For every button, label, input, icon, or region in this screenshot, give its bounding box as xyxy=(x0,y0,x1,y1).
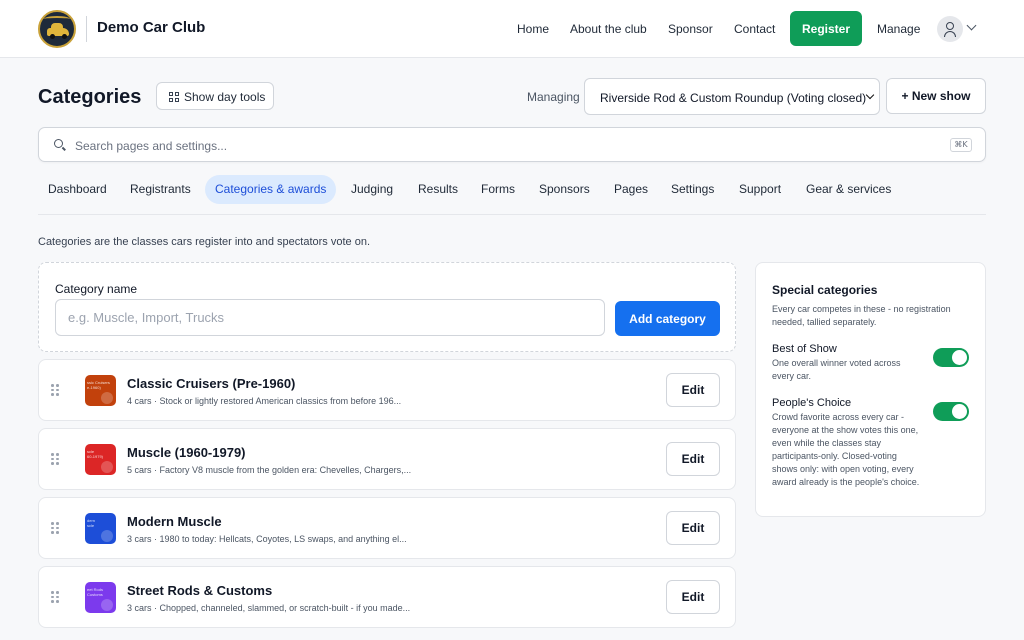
tab-sponsors[interactable]: Sponsors xyxy=(539,175,590,204)
tab-pages[interactable]: Pages xyxy=(614,175,648,204)
shortcut-badge: ⌘K xyxy=(950,138,972,152)
brand-name[interactable]: Demo Car Club xyxy=(97,19,205,36)
chevron-down-icon xyxy=(865,90,875,100)
tab-forms[interactable]: Forms xyxy=(481,175,515,204)
edit-category-button[interactable]: Edit xyxy=(666,580,720,614)
edit-category-button[interactable]: Edit xyxy=(666,511,720,545)
tab-dashboard[interactable]: Dashboard xyxy=(48,175,107,204)
managing-label: Managing xyxy=(527,90,580,104)
tab-judging[interactable]: Judging xyxy=(351,175,393,204)
grid-icon xyxy=(169,92,179,102)
category-description: 4 cars · Stock or lightly restored Ameri… xyxy=(127,396,402,406)
tab-gear-services[interactable]: Gear & services xyxy=(806,175,891,204)
category-description: 5 cars · Factory V8 muscle from the gold… xyxy=(127,465,412,475)
edit-category-button[interactable]: Edit xyxy=(666,373,720,407)
category-name: Street Rods & Customs xyxy=(127,583,273,598)
category-thumbnail-text: eet Rods Customs xyxy=(87,587,104,597)
intro-text: Categories are the classes cars register… xyxy=(38,236,371,248)
category-row: eet Rods Customs Street Rods & Customs 3 c… xyxy=(38,566,736,628)
drag-handle-icon[interactable] xyxy=(51,591,59,603)
tab-support[interactable]: Support xyxy=(739,175,781,204)
new-show-button[interactable]: + New show xyxy=(886,78,986,114)
nav-manage[interactable]: Manage xyxy=(877,22,920,36)
nav-home[interactable]: Home xyxy=(517,22,549,36)
special-categories-title: Special categories xyxy=(772,283,878,297)
top-bar: Demo Car Club Home About the club Sponso… xyxy=(0,0,1024,58)
search-input[interactable]: Search pages and settings... xyxy=(75,139,227,153)
tab-settings[interactable]: Settings xyxy=(671,175,714,204)
nav-contact[interactable]: Contact xyxy=(734,22,775,36)
category-name-label: Category name xyxy=(55,282,138,296)
peoples-choice-toggle[interactable] xyxy=(933,402,969,421)
register-button[interactable]: Register xyxy=(790,11,862,46)
search-icon xyxy=(54,139,63,148)
category-thumbnail: eet Rods Customs xyxy=(85,582,116,613)
category-thumbnail-text: scle 60-1979) xyxy=(87,449,104,459)
category-description: 3 cars · Chopped, channeled, slammed, or… xyxy=(127,603,411,613)
tab-registrants[interactable]: Registrants xyxy=(130,175,191,204)
best-of-show-toggle[interactable] xyxy=(933,348,969,367)
special-categories-subtitle: Every car competes in these - no registr… xyxy=(772,304,951,327)
tab-categories-awards[interactable]: Categories & awards xyxy=(205,175,337,204)
category-name-input[interactable]: e.g. Muscle, Import, Trucks xyxy=(55,299,605,336)
user-avatar-icon[interactable] xyxy=(937,16,963,42)
nav-sponsor[interactable]: Sponsor xyxy=(668,22,713,36)
club-logo-icon[interactable] xyxy=(38,10,76,48)
category-name: Classic Cruisers (Pre-1960) xyxy=(127,376,296,391)
category-thumbnail: ssic Cruisers e-1960) xyxy=(85,375,116,406)
show-select-value: Riverside Rod & Custom Roundup (Voting c… xyxy=(600,91,867,105)
tab-results[interactable]: Results xyxy=(418,175,458,204)
add-category-button[interactable]: Add category xyxy=(615,301,720,336)
category-row: scle 60-1979) Muscle (1960-1979) 5 cars · … xyxy=(38,428,736,490)
show-day-tools-button[interactable]: Show day tools xyxy=(156,82,274,110)
special-categories-card: Special categories Every car competes in… xyxy=(755,262,986,517)
show-select[interactable]: Riverside Rod & Custom Roundup (Voting c… xyxy=(584,78,880,115)
peoples-choice-desc: Crowd favorite across every car - everyo… xyxy=(772,412,920,487)
best-of-show-desc: One overall winner voted across every ca… xyxy=(772,358,901,381)
tab-bar: Dashboard Registrants Categories & award… xyxy=(38,175,986,215)
drag-handle-icon[interactable] xyxy=(51,522,59,534)
drag-handle-icon[interactable] xyxy=(51,384,59,396)
category-row: dern scle Modern Muscle 3 cars · 1980 to t… xyxy=(38,497,736,559)
category-thumbnail: scle 60-1979) xyxy=(85,444,116,475)
chevron-down-icon[interactable] xyxy=(966,20,977,31)
page-title: Categories xyxy=(38,86,142,108)
edit-category-button[interactable]: Edit xyxy=(666,442,720,476)
best-of-show-name: Best of Show xyxy=(772,343,837,355)
category-thumbnail-text: ssic Cruisers e-1960) xyxy=(87,380,110,390)
category-name: Modern Muscle xyxy=(127,514,222,529)
add-category-card: Category name e.g. Muscle, Import, Truck… xyxy=(38,262,736,352)
peoples-choice-name: People's Choice xyxy=(772,397,852,409)
category-thumbnail-text: dern scle xyxy=(87,518,96,528)
search-bar[interactable]: Search pages and settings... ⌘K xyxy=(38,127,986,162)
category-description: 3 cars · 1980 to today: Hellcats, Coyote… xyxy=(127,534,407,544)
category-thumbnail: dern scle xyxy=(85,513,116,544)
brand-divider xyxy=(86,16,87,42)
nav-about[interactable]: About the club xyxy=(570,22,647,36)
category-name: Muscle (1960-1979) xyxy=(127,445,246,460)
show-day-tools-label: Show day tools xyxy=(184,90,266,104)
drag-handle-icon[interactable] xyxy=(51,453,59,465)
category-row: ssic Cruisers e-1960) Classic Cruisers (P… xyxy=(38,359,736,421)
